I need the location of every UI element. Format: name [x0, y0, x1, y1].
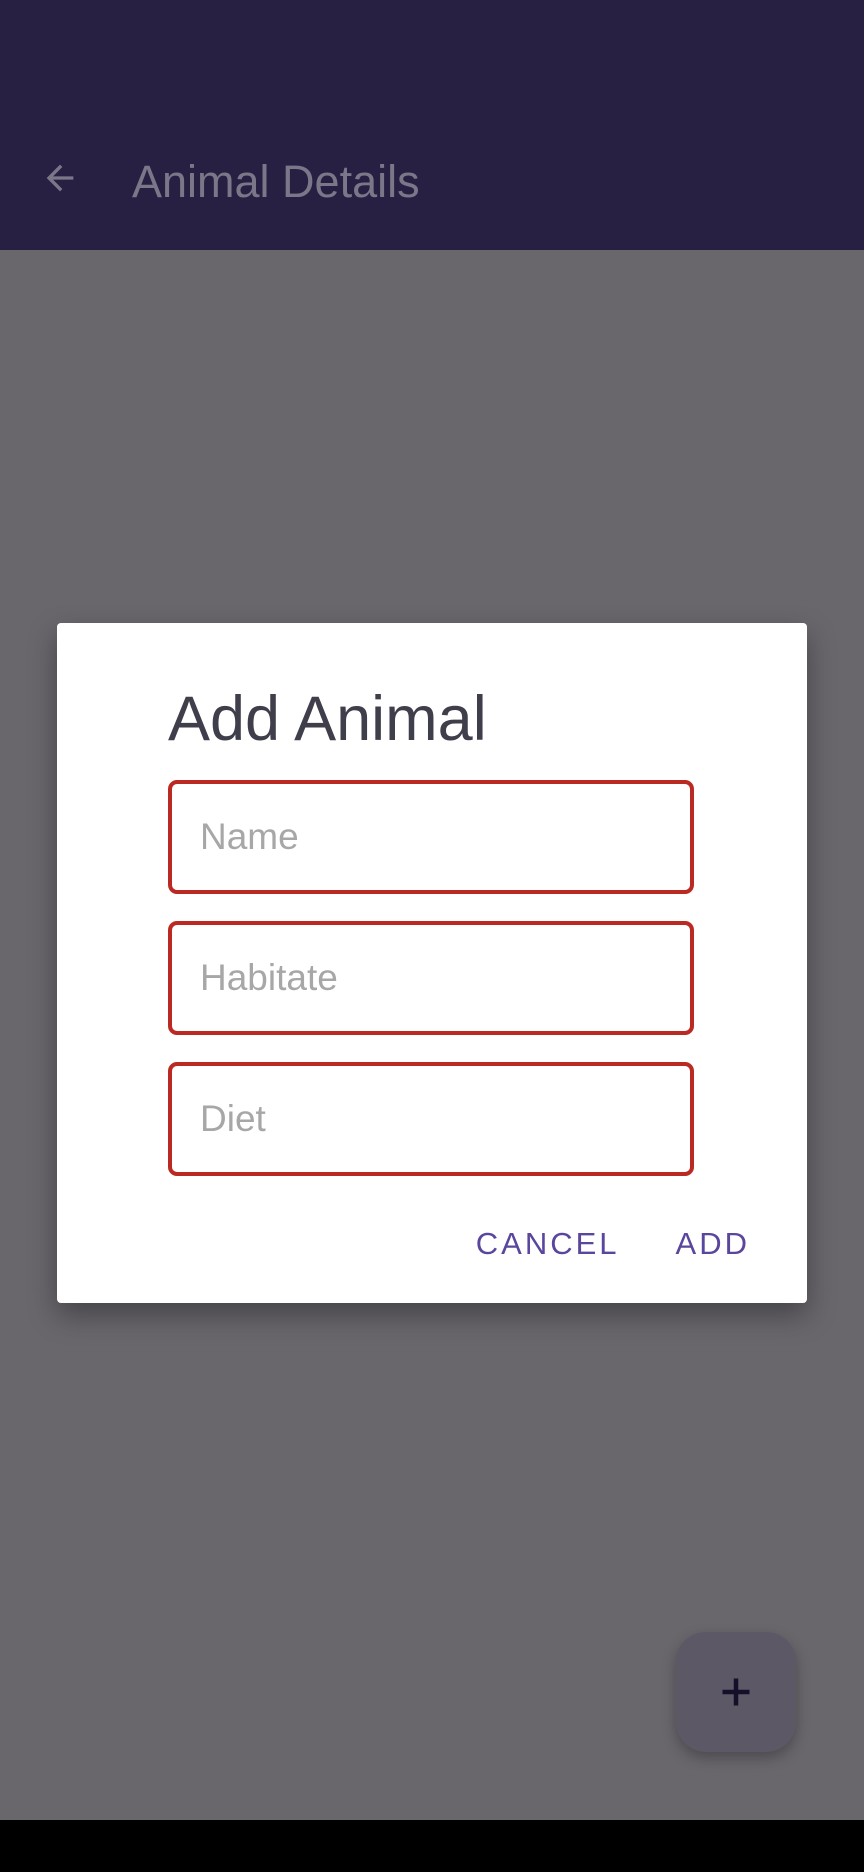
habitat-input[interactable] — [172, 925, 690, 1031]
back-button[interactable] — [30, 148, 90, 208]
dialog-actions: CANCEL ADD — [476, 1219, 750, 1269]
app-bar: Animal Details — [0, 0, 864, 250]
name-input[interactable] — [172, 784, 690, 890]
cancel-button[interactable]: CANCEL — [476, 1219, 620, 1269]
name-field — [168, 780, 694, 894]
page-title: Animal Details — [132, 156, 420, 207]
dialog-title: Add Animal — [168, 684, 487, 754]
system-navigation-bar — [0, 1820, 864, 1872]
plus-icon — [718, 1674, 754, 1710]
arrow-back-icon — [40, 158, 80, 198]
diet-field — [168, 1062, 694, 1176]
add-animal-dialog: Add Animal CANCEL ADD — [57, 623, 807, 1303]
add-button[interactable]: ADD — [676, 1219, 750, 1269]
habitat-field — [168, 921, 694, 1035]
add-fab-button[interactable] — [676, 1632, 796, 1752]
diet-input[interactable] — [172, 1066, 690, 1172]
